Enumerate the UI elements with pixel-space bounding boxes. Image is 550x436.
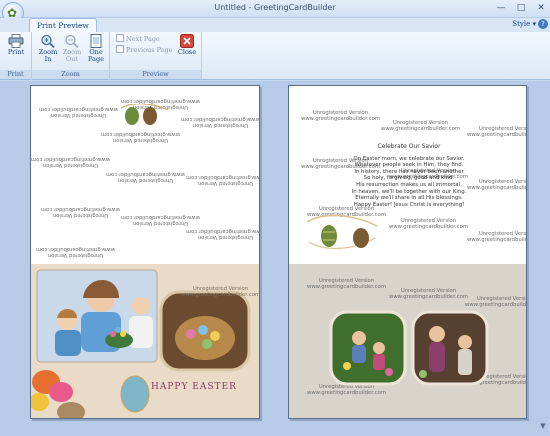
watermark: Unregistered Versionwww.greetingcardbuil… <box>186 228 260 240</box>
cover-collage: Unregistered Version www.greetingcardbuil… <box>31 264 260 418</box>
style-menu[interactable]: Style ▾ <box>512 20 536 28</box>
watermark: Unregistered Versionwww.greetingcardbuil… <box>31 156 110 168</box>
ribbon-tab-row: Print Preview Style ▾ ? <box>0 18 550 32</box>
poem-line: Eternally we'll share in all His blessin… <box>355 195 463 202</box>
poem-line: In heaven, we'll be together with our Ki… <box>351 188 467 195</box>
maximize-icon[interactable]: □ <box>510 1 532 15</box>
watermark: Unregistered Versionwww.greetingcardbuil… <box>39 106 118 118</box>
close-preview-button[interactable]: Close <box>176 34 198 56</box>
poem-line: His resurrection makes us all immortal. <box>356 181 462 188</box>
zoom-out-icon <box>65 34 79 48</box>
watermark: Unregistered Versionwww.greetingcardbuil… <box>101 131 180 143</box>
watermark: Unregistered Versionwww.greetingcardbuil… <box>389 218 468 230</box>
watermark: Unregistered Versionwww.greetingcardbuil… <box>381 120 460 132</box>
print-preview-area[interactable]: Unregistered Version www.greetingcardbuil… <box>0 81 550 436</box>
preview-group: Next Page Previous Page Close Preview <box>110 32 202 80</box>
print-button[interactable]: Print <box>5 34 27 56</box>
close-window-icon[interactable]: ✕ <box>530 1 550 15</box>
window-title: Untitled - GreetingCardBuilder <box>214 3 336 12</box>
zoom-in-icon <box>41 34 55 48</box>
poem-line: Whatever people seek in Him, they find. <box>354 162 464 169</box>
print-group-label: Print <box>0 70 31 79</box>
preview-page-left: Unregistered Version www.greetingcardbuil… <box>30 85 260 419</box>
watermark: Unregistered Versionwww.greetingcardbuil… <box>106 171 185 183</box>
preview-group-label: Preview <box>110 70 201 79</box>
watermark: Unregistered Versionwww.greetingcardbuil… <box>121 214 200 226</box>
photo-panel: Unregistered Version www.greetingcardbuil… <box>289 264 527 418</box>
poem-line: On Easter morn, we celebrate our Savior. <box>353 155 465 162</box>
printer-icon <box>8 34 24 48</box>
title-bar: Untitled - GreetingCardBuilder — □ ✕ <box>0 0 550 18</box>
zoom-in-button[interactable]: Zoom In <box>38 34 58 63</box>
upside-down-decoration <box>120 104 169 125</box>
poem-line: Happy Easter! Jesus Christ is everything… <box>353 201 465 208</box>
watermark: Unregistered Versionwww.greetingcardbuil… <box>389 288 468 300</box>
zoom-group-label: Zoom <box>32 70 109 79</box>
previous-page-button[interactable]: Previous Page <box>116 45 173 56</box>
watermark: Unregistered Versionwww.greetingcardbuil… <box>307 278 386 290</box>
page-icon <box>90 34 102 48</box>
tab-print-preview[interactable]: Print Preview <box>29 18 97 32</box>
watermark: Unregistered Versionwww.greetingcardbuil… <box>465 296 527 308</box>
poem-line: So holy, forgiving, good and kind. <box>363 175 455 182</box>
watermark: Unregistered Versionwww.greetingcardbuil… <box>186 174 260 186</box>
watermark: Unregistered Versionwww.greetingcardbuil… <box>467 126 527 138</box>
close-icon <box>180 34 194 48</box>
next-page-icon <box>116 34 124 42</box>
previous-page-icon <box>116 45 124 53</box>
watermark: Unregistered Versionwww.greetingcardbuil… <box>301 110 380 122</box>
watermark: Unregistered Versionwww.greetingcardbuil… <box>36 246 115 258</box>
print-group: Print Print <box>0 32 32 80</box>
watermark: Unregistered Versionwww.greetingcardbuil… <box>181 286 260 298</box>
watermark: Unregistered Versionwww.greetingcardbuil… <box>467 231 527 243</box>
watermark: Unregistered Versionwww.greetingcardbuil… <box>181 116 260 128</box>
help-icon[interactable]: ? <box>538 19 548 29</box>
scroll-down-icon[interactable]: ▼ <box>538 422 548 432</box>
preview-page-right: Unregistered Version www.greetingcardbuil… <box>288 85 527 419</box>
zoom-out-button[interactable]: Zoom Out <box>62 34 82 63</box>
easter-eggs-decoration <box>306 214 378 249</box>
happy-easter-text: HAPPY EASTER <box>151 382 237 392</box>
minimize-icon[interactable]: — <box>490 1 512 15</box>
poem-title: Celebrate Our Savior <box>377 143 441 150</box>
poem-text: Celebrate Our Savior On Easter morn, we … <box>339 143 479 208</box>
ribbon: Print Print Zoom In Zoom Out One Page Zo… <box>0 32 550 80</box>
one-page-button[interactable]: One Page <box>86 34 106 63</box>
poem-line: In history, there has never been another <box>354 168 464 175</box>
family-photos-illustration <box>329 310 489 386</box>
watermark: Unregistered Versionwww.greetingcardbuil… <box>41 206 120 218</box>
zoom-group: Zoom In Zoom Out One Page Zoom <box>32 32 110 80</box>
next-page-button[interactable]: Next Page <box>116 34 160 45</box>
